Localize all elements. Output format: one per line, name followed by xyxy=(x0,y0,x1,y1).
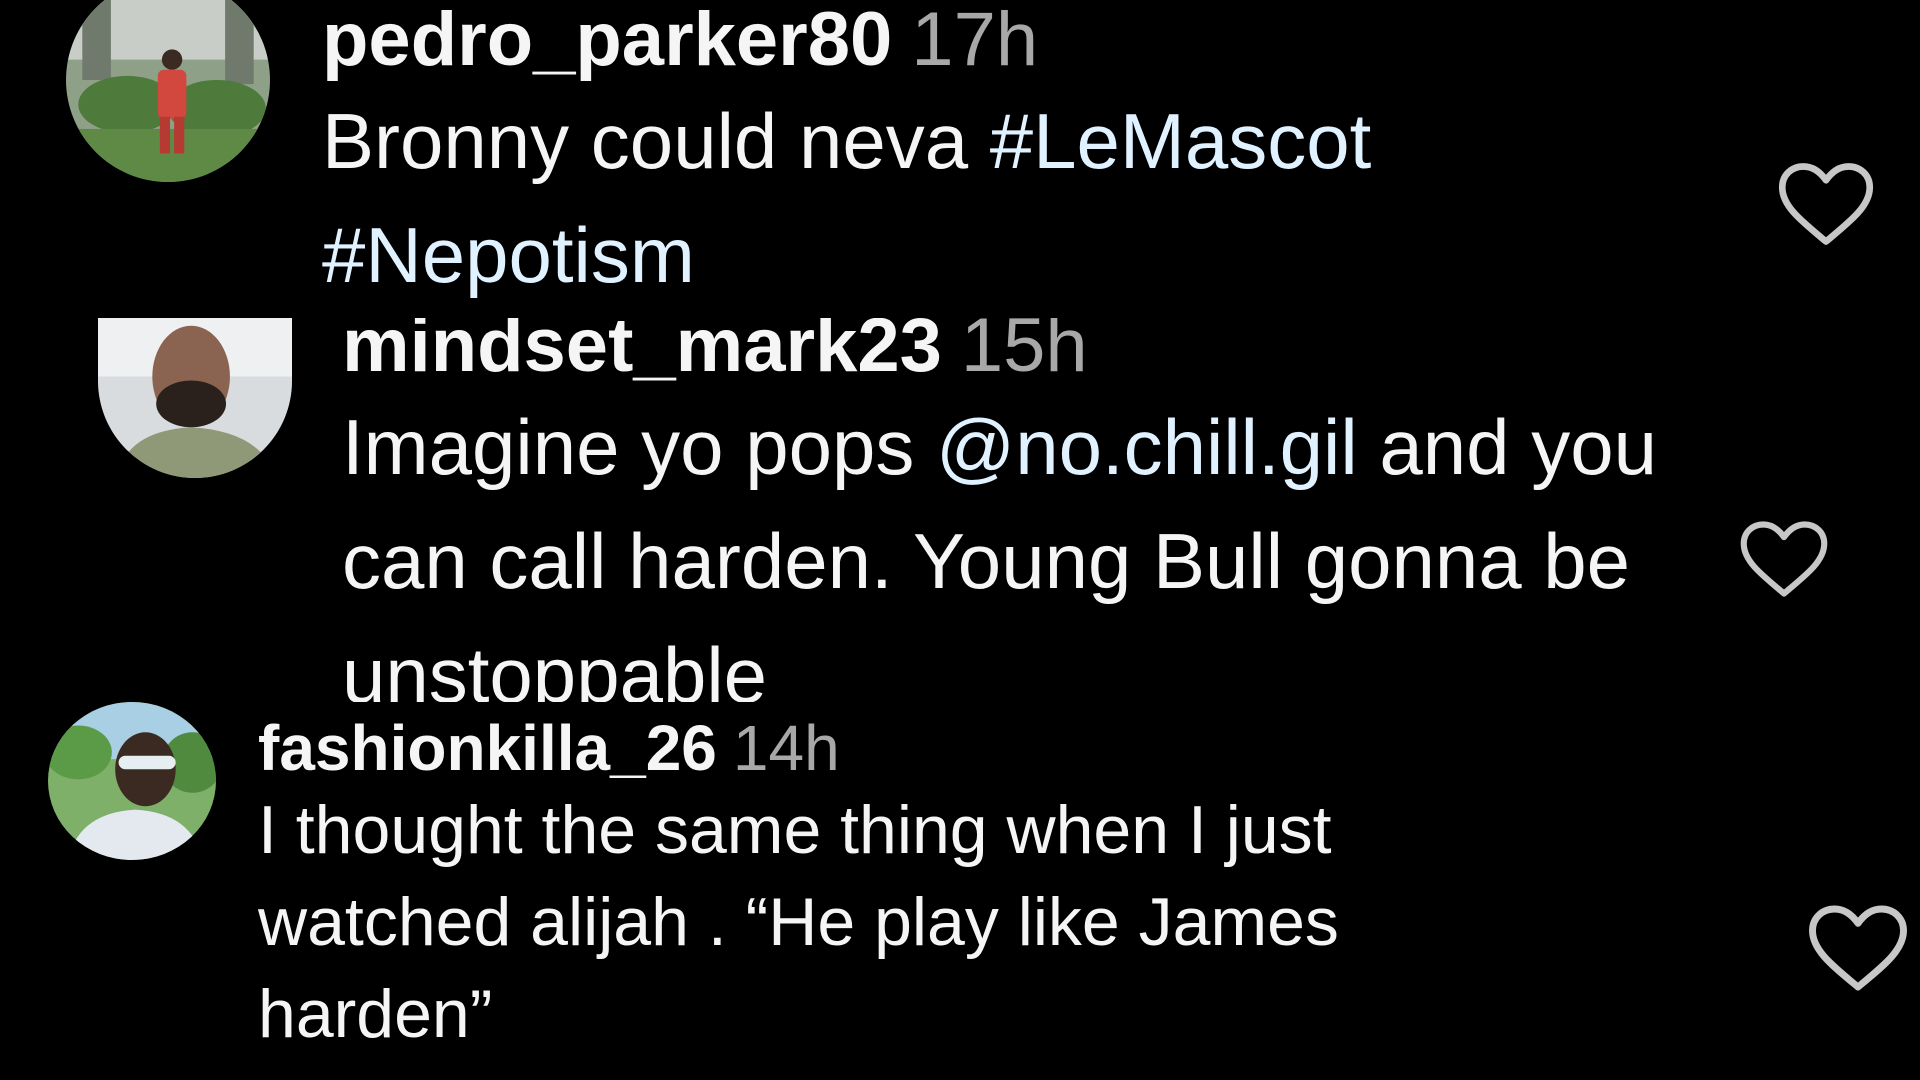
comment-text: Bronny could neva #LeMascot #Nepotism xyxy=(322,84,1622,312)
hashtag-link[interactable]: #Nepotism xyxy=(322,211,695,299)
comment-text: Imagine yo pops @no.chill.gil and you ca… xyxy=(342,390,1662,702)
comment-item: pedro_parker80 17h Bronny could neva #LeM… xyxy=(0,0,1920,318)
like-button[interactable] xyxy=(1738,518,1830,600)
user-avatar[interactable] xyxy=(66,0,270,182)
comment-timestamp[interactable]: 15h xyxy=(961,318,1088,388)
comment-item: fashionkilla_26 14h I thought the same th… xyxy=(0,702,1920,1080)
heart-outline-icon xyxy=(1778,163,1874,245)
like-button[interactable] xyxy=(1776,160,1876,248)
comment-item: mindset_mark23 15h Imagine yo pops @no.ch… xyxy=(0,318,1920,702)
user-avatar[interactable] xyxy=(98,318,292,478)
comment-text: I thought the same thing when I just wat… xyxy=(258,792,1339,1052)
comment-text-part: Bronny could neva xyxy=(322,97,990,185)
like-button[interactable] xyxy=(1806,902,1910,994)
user-avatar[interactable] xyxy=(48,702,216,860)
mention-link[interactable]: @no.chill.gil xyxy=(936,403,1358,491)
heart-outline-icon xyxy=(1740,521,1828,597)
comment-username[interactable]: mindset_mark23 xyxy=(342,318,942,388)
comment-username[interactable]: pedro_parker80 xyxy=(322,0,892,82)
comment-username[interactable]: fashionkilla_26 xyxy=(258,712,717,784)
comment-text-part: Imagine yo pops xyxy=(342,403,937,491)
comment-timestamp[interactable]: 14h xyxy=(733,712,840,784)
comment-timestamp[interactable]: 17h xyxy=(911,0,1038,82)
hashtag-link[interactable]: #LeMascot xyxy=(990,97,1372,185)
heart-outline-icon xyxy=(1809,905,1907,991)
